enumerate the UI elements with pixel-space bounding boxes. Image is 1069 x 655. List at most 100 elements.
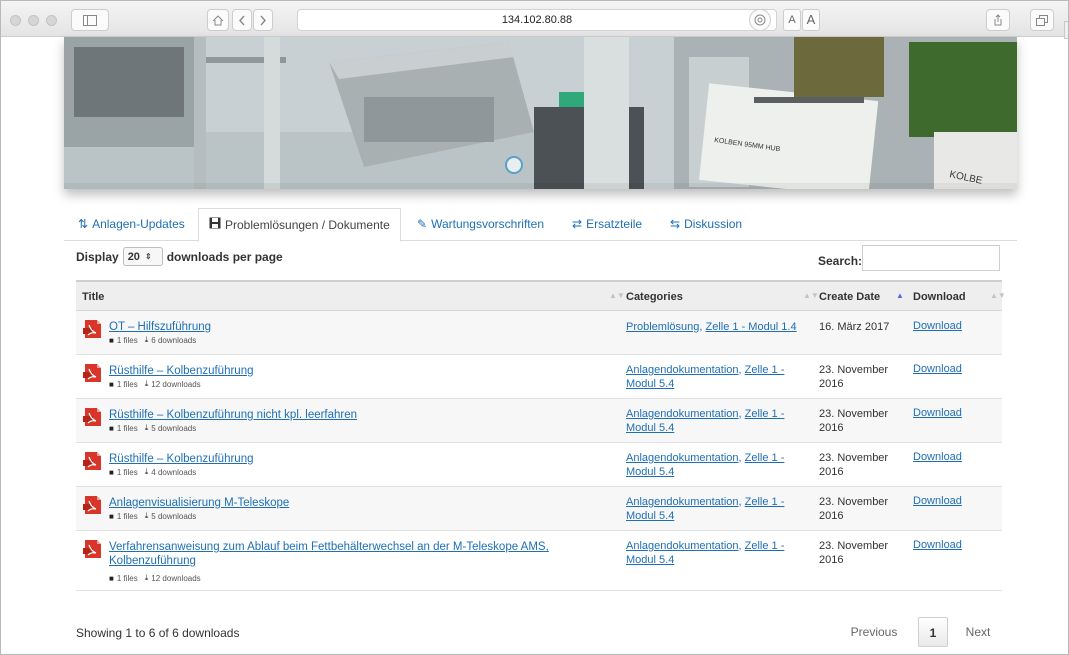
document-title-link[interactable]: Anlagenvisualisierung M-Teleskope [109, 496, 609, 510]
document-title-link[interactable]: Rüsthilfe – Kolbenzuführung [109, 452, 609, 466]
search-input[interactable] [862, 245, 1000, 271]
category-link[interactable]: Anlagendokumentation [626, 452, 739, 464]
text-larger-button[interactable]: A [802, 9, 820, 31]
sort-icon[interactable]: ▲▼ [609, 291, 625, 300]
text-smaller-button[interactable]: A [783, 9, 801, 31]
page-length-control: Display 20 ⇕ downloads per page [76, 247, 283, 266]
window-edge [1064, 21, 1068, 39]
document-meta: ■ 1 files ⤓ 6 downloads [109, 335, 196, 345]
address-bar[interactable]: 134.102.80.88 ↻ [297, 9, 777, 31]
tab-problemloesungen[interactable]: Problemlösungen / Dokumente [198, 208, 401, 242]
tab-anlagen-updates[interactable]: ⇅ Anlagen-Updates [78, 208, 185, 241]
download-count: 12 downloads [151, 379, 201, 389]
tab-label: Diskussion [684, 217, 743, 231]
document-meta: ■ 1 files ⤓ 5 downloads [109, 423, 196, 433]
pdf-icon [83, 408, 101, 426]
zoom-window-button[interactable] [46, 15, 57, 26]
chevron-left-icon [239, 15, 245, 25]
header-create-date[interactable]: Create Date [819, 291, 880, 303]
document-meta: ■ 1 files ⤓ 12 downloads [109, 379, 201, 389]
url-text: 134.102.80.88 [501, 14, 573, 26]
close-window-button[interactable] [10, 15, 21, 26]
category-link[interactable]: Anlagendokumentation [626, 540, 739, 552]
table-row: Rüsthilfe – Kolbenzuführung ■ 1 files ⤓ 4 do… [76, 443, 1002, 487]
download-icon: ⤓ [144, 379, 149, 388]
back-button[interactable] [232, 9, 252, 31]
document-meta: ■ 1 files ⤓ 12 downloads [109, 573, 201, 583]
download-count: 4 downloads [151, 467, 197, 477]
header-title[interactable]: Title [82, 291, 104, 303]
minimize-window-button[interactable] [28, 15, 39, 26]
category-links: Problemlösung, Zelle 1 - Modul 1.4 [626, 321, 797, 333]
document-title-link[interactable]: Rüsthilfe – Kolbenzuführung nicht kpl. l… [109, 408, 609, 422]
tab-diskussion[interactable]: ⇆ Diskussion [670, 208, 742, 241]
header-download[interactable]: Download [913, 291, 966, 303]
forward-button[interactable] [253, 9, 273, 31]
category-link[interactable]: Zelle 1 - Modul 1.4 [706, 321, 797, 333]
chevron-right-icon [260, 15, 266, 25]
pdf-icon [83, 320, 101, 338]
pdf-icon [83, 364, 101, 382]
tab-label: Wartungsvorschriften [431, 217, 544, 231]
header-categories[interactable]: Categories [626, 291, 683, 303]
category-link[interactable]: Anlagendokumentation [626, 496, 739, 508]
sort-icon[interactable]: ▲▼ [803, 291, 819, 300]
next-page-button[interactable]: Next [959, 617, 997, 647]
download-link[interactable]: Download [913, 451, 962, 463]
file-count: 1 files [116, 573, 138, 583]
home-button[interactable] [207, 9, 229, 31]
per-page-suffix: downloads per page [166, 249, 283, 264]
home-icon [212, 14, 224, 25]
tabs-overview-button[interactable] [1030, 9, 1054, 31]
download-count: 12 downloads [151, 573, 201, 583]
create-date: 23. November 2016 [819, 452, 889, 478]
table-row: Verfahrensanweisung zum Ablauf beim Fett… [76, 531, 1002, 591]
extension-button[interactable] [749, 9, 771, 31]
tab-wartungsvorschriften[interactable]: ✎ Wartungsvorschriften [417, 208, 544, 241]
browser-toolbar: 134.102.80.88 ↻ A A [1, 1, 1068, 39]
share-button[interactable] [986, 9, 1010, 31]
category-link[interactable]: Problemlösung [626, 321, 699, 333]
table-row: Anlagenvisualisierung M-Teleskope ■ 1 file… [76, 487, 1002, 531]
category-link[interactable]: Anlagendokumentation [626, 408, 739, 420]
download-link[interactable]: Download [913, 363, 962, 375]
category-link[interactable]: Anlagendokumentation [626, 364, 739, 376]
file-count: 1 files [116, 511, 138, 521]
category-links: Anlagendokumentation, Zelle 1 - Modul 5.… [626, 452, 785, 478]
search-label: Search: [818, 254, 863, 268]
document-meta: ■ 1 files ⤓ 4 downloads [109, 467, 196, 477]
download-link[interactable]: Download [913, 495, 962, 507]
sort-ascending-icon[interactable]: ▲ [896, 291, 904, 300]
document-title-link[interactable]: OT – Hilfszuführung [109, 320, 609, 334]
folder-icon: ■ [109, 379, 114, 389]
per-page-select[interactable]: 20 ⇕ [122, 247, 163, 266]
hero-photo: KOLBEN 95MM HUB KOLBE [64, 37, 1017, 189]
share-icon [994, 14, 1002, 26]
previous-page-button[interactable]: Previous [843, 617, 905, 647]
display-label: Display [76, 249, 119, 264]
content-tabs: ⇅ Anlagen-Updates Problemlösungen / Doku… [64, 208, 1017, 242]
category-links: Anlagendokumentation, Zelle 1 - Modul 5.… [626, 540, 785, 566]
browser-window: 134.102.80.88 ↻ A A [0, 0, 1069, 655]
download-link[interactable]: Download [913, 539, 962, 551]
sidebar-icon [83, 14, 97, 26]
sort-icon[interactable]: ▲▼ [990, 291, 1006, 300]
table-row: Rüsthilfe – Kolbenzuführung ■ 1 files ⤓ 12 d… [76, 355, 1002, 399]
create-date: 23. November 2016 [819, 496, 889, 522]
pdf-icon [83, 452, 101, 470]
download-icon: ⤓ [144, 511, 149, 520]
tab-ersatzteile[interactable]: ⇄ Ersatzteile [572, 208, 642, 241]
select-arrows-icon: ⇕ [144, 252, 152, 261]
download-link[interactable]: Download [913, 407, 962, 419]
sidebar-toggle-button[interactable] [71, 9, 109, 31]
document-meta: ■ 1 files ⤓ 5 downloads [109, 511, 196, 521]
category-links: Anlagendokumentation, Zelle 1 - Modul 5.… [626, 364, 785, 390]
download-link[interactable]: Download [913, 320, 962, 332]
document-title-link[interactable]: Verfahrensanweisung zum Ablauf beim Fett… [109, 540, 609, 568]
page-1-button[interactable]: 1 [918, 617, 948, 647]
download-icon: ⤓ [144, 423, 149, 432]
download-count: 5 downloads [151, 511, 197, 521]
document-title-link[interactable]: Rüsthilfe – Kolbenzuführung [109, 364, 609, 378]
folder-icon: ■ [109, 423, 114, 433]
tab-label: Anlagen-Updates [92, 217, 185, 231]
